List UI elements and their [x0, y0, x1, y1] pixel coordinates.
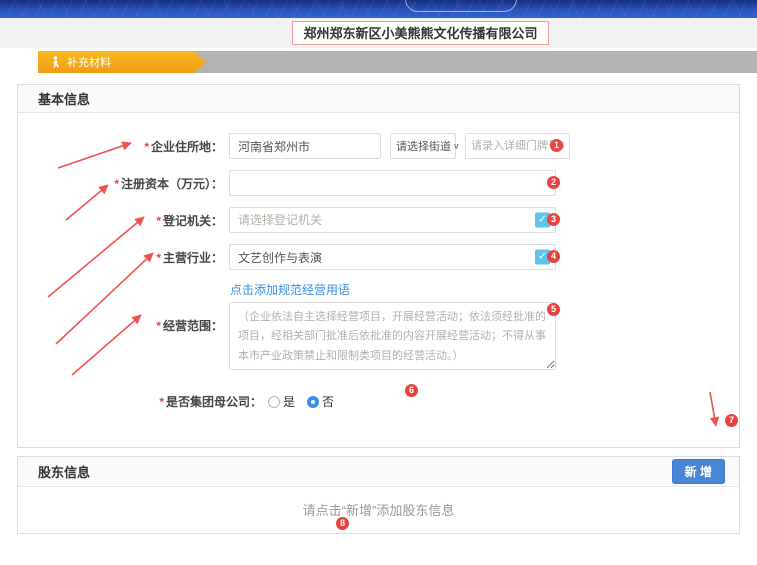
address-controls: 请选择街道 ∨: [229, 133, 570, 159]
radio-option-yes[interactable]: 是: [268, 393, 295, 410]
row-business-scope: *经营范围： 点击添加规范经营用语: [18, 281, 739, 370]
basic-info-body: *企业住所地： 请选择街道 ∨ *注册资本（万元）：: [18, 113, 739, 436]
add-standard-phrase-link[interactable]: 点击添加规范经营用语: [230, 281, 350, 298]
company-title: 郑州郑东新区小美熊熊文化传播有限公司: [292, 21, 548, 45]
page: 郑州郑东新区小美熊熊文化传播有限公司 补充材料 基本信息 *企业住所地：: [0, 0, 757, 565]
shareholder-panel: 股东信息 新 增 请点击“新增”添加股东信息: [17, 456, 740, 534]
radio-yes-icon[interactable]: [268, 396, 280, 408]
is-group-parent-options: 是 否: [268, 393, 334, 410]
tab-label: 补充材料: [67, 54, 111, 70]
required-mark: *: [114, 177, 119, 191]
required-mark: *: [144, 140, 149, 154]
radio-option-no[interactable]: 否: [307, 393, 334, 410]
main-industry-controls: ✓: [229, 244, 556, 270]
basic-info-title: 基本信息: [38, 89, 90, 108]
tab-supplement-material[interactable]: 补充材料: [38, 51, 206, 73]
row-registration-authority: *登记机关： ✓: [18, 207, 739, 233]
row-registered-capital: *注册资本（万元）：: [18, 170, 739, 196]
address-city-input[interactable]: [229, 133, 381, 159]
title-strip: 郑州郑东新区小美熊熊文化传播有限公司: [0, 18, 757, 48]
radio-no-icon-selected[interactable]: [307, 396, 319, 408]
shareholder-empty-hint: 请点击“新增”添加股东信息: [18, 487, 739, 533]
basic-info-panel: 基本信息 *企业住所地： 请选择街道 ∨: [17, 84, 740, 448]
registration-authority-controls: ✓: [229, 207, 556, 233]
registration-authority-input[interactable]: [229, 207, 556, 233]
street-select-value: 请选择街道: [396, 138, 451, 154]
main-industry-label: *主营行业：: [18, 249, 223, 266]
required-mark: *: [156, 251, 161, 265]
address-label: *企业住所地：: [18, 138, 223, 155]
main-industry-input[interactable]: [229, 244, 556, 270]
check-square-icon[interactable]: ✓: [535, 213, 550, 228]
add-shareholder-button[interactable]: 新 增: [672, 459, 725, 484]
row-address: *企业住所地： 请选择街道 ∨: [18, 133, 739, 159]
is-group-parent-label: *是否集团母公司：: [18, 393, 262, 410]
required-mark: *: [159, 395, 164, 409]
registered-capital-controls: [229, 170, 556, 196]
banner-pattern: [0, 0, 757, 18]
step-bar: 补充材料: [38, 51, 757, 73]
person-icon: [51, 56, 60, 68]
basic-info-header: 基本信息: [18, 85, 739, 113]
registered-capital-input[interactable]: [229, 170, 556, 196]
check-square-icon[interactable]: ✓: [535, 250, 550, 265]
row-is-group-parent: *是否集团母公司： 是 否: [18, 393, 739, 436]
required-mark: *: [156, 319, 161, 333]
street-select[interactable]: 请选择街道 ∨: [390, 133, 456, 159]
address-detail-input[interactable]: [465, 133, 570, 159]
required-mark: *: [156, 214, 161, 228]
chevron-down-icon: ∨: [453, 141, 460, 150]
top-banner: [0, 0, 757, 18]
main-content: 基本信息 *企业住所地： 请选择街道 ∨: [0, 73, 757, 565]
registration-authority-label: *登记机关：: [18, 212, 223, 229]
shareholder-header: 股东信息 新 增: [18, 457, 739, 487]
shareholder-title: 股东信息: [38, 462, 90, 481]
registered-capital-label: *注册资本（万元）：: [18, 175, 223, 192]
banner-pill-outline: [405, 0, 517, 12]
radio-no-label: 否: [322, 393, 334, 410]
business-scope-label: *经营范围：: [18, 317, 223, 334]
row-main-industry: *主营行业： ✓: [18, 244, 739, 270]
business-scope-textarea[interactable]: [229, 302, 556, 370]
business-scope-controls: 点击添加规范经营用语: [229, 281, 556, 370]
radio-yes-label: 是: [283, 393, 295, 410]
